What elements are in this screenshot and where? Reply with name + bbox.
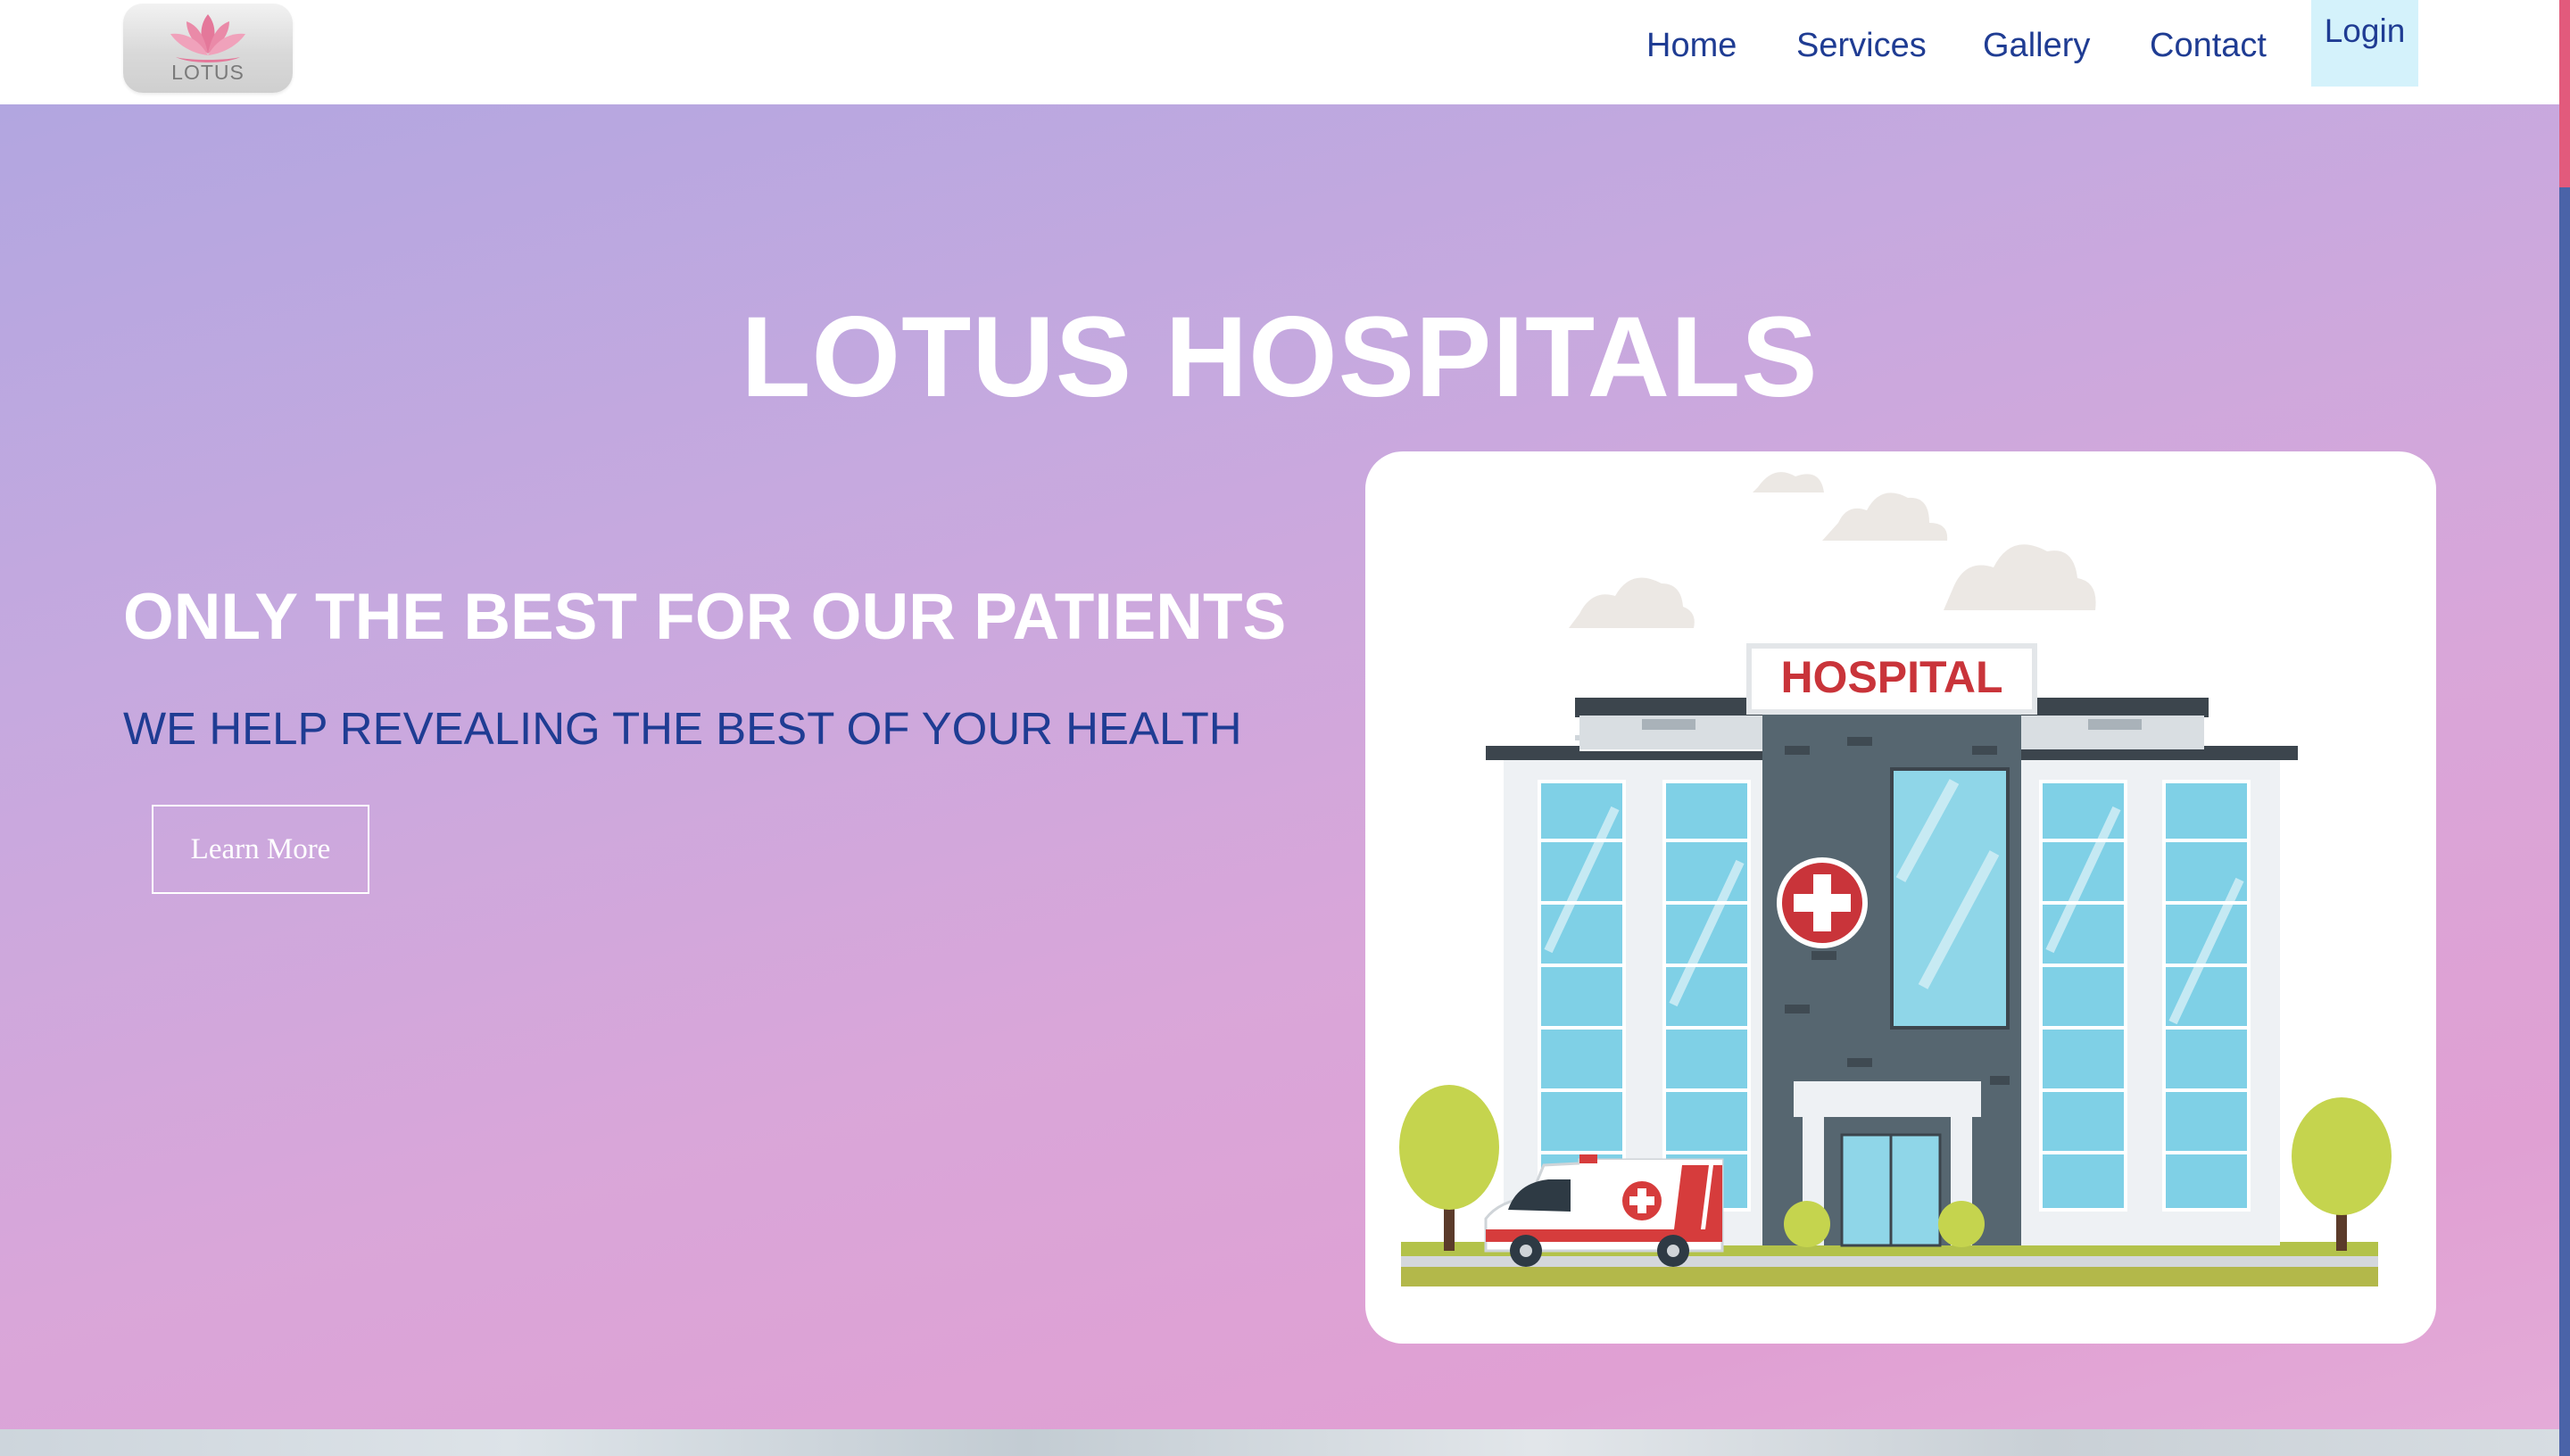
hero-subtitle: ONLY THE BEST FOR OUR PATIENTS bbox=[123, 581, 1287, 653]
nav-link-services[interactable]: Services bbox=[1796, 27, 1927, 65]
nav-link-home[interactable]: Home bbox=[1646, 27, 1737, 65]
hospital-illustration: HOSPITAL bbox=[1399, 472, 2392, 1286]
hospital-image-card: HOSPITAL bbox=[1365, 451, 2436, 1344]
hero-section: LOTUS HOSPITALS ONLY THE BEST FOR OUR PA… bbox=[0, 104, 2559, 1429]
nav-link-gallery[interactable]: Gallery bbox=[1983, 27, 2090, 65]
next-section-preview bbox=[0, 1429, 2559, 1456]
logo[interactable]: LOTUS bbox=[123, 4, 293, 93]
nav-link-contact[interactable]: Contact bbox=[2150, 27, 2267, 65]
hospital-sign-text: HOSPITAL bbox=[1780, 652, 2002, 702]
hero-tagline: WE HELP REVEALING THE BEST OF YOUR HEALT… bbox=[123, 703, 1242, 754]
lotus-icon bbox=[170, 14, 245, 62]
learn-more-button[interactable]: Learn More bbox=[152, 805, 369, 894]
navbar: LOTUS Home Services Gallery Contact Logi… bbox=[0, 0, 2559, 104]
scrollbar-thumb[interactable] bbox=[2559, 0, 2570, 187]
logo-text: LOTUS bbox=[171, 61, 245, 84]
hero-title: LOTUS HOSPITALS bbox=[741, 294, 1819, 421]
login-button[interactable]: Login bbox=[2311, 0, 2418, 87]
scrollbar-track[interactable] bbox=[2559, 0, 2570, 1456]
